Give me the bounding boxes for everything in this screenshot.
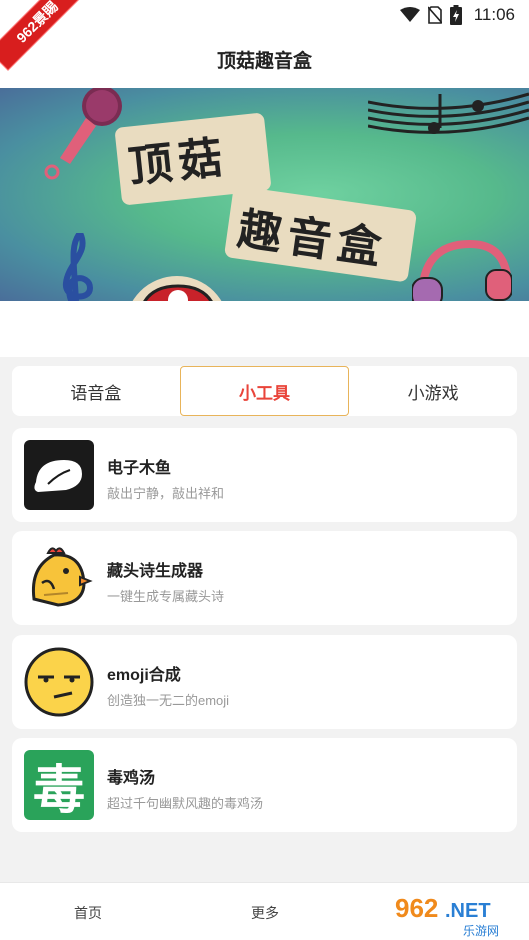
nav-home[interactable]: 首页 [74, 903, 102, 923]
tab-voice-box[interactable]: 语音盒 [12, 366, 180, 416]
tab-games[interactable]: 小游戏 [349, 366, 517, 416]
headphones-icon [412, 239, 512, 301]
page-title: 顶菇趣音盒 [216, 50, 312, 72]
chick-icon [24, 543, 94, 613]
card-title: emoji合成 [107, 667, 181, 684]
wooden-fish-icon [24, 440, 94, 510]
nav-more[interactable]: 更多 [251, 903, 279, 923]
no-sim-icon [427, 6, 442, 24]
bottom-nav: 首页 更多 962 .NET 乐游网 [0, 882, 529, 940]
tool-card-emoji-merge[interactable]: emoji合成 创造独一无二的emoji [12, 635, 517, 729]
status-time: 11:06 [473, 5, 515, 24]
card-title: 毒鸡汤 [107, 770, 156, 787]
poison-char-icon: 毒 [24, 750, 94, 820]
microphone-icon [44, 88, 122, 180]
banner-image[interactable]: 顶菇 趣音盒 [0, 88, 529, 301]
card-desc: 创造独一无二的emoji [107, 693, 230, 708]
tool-card-poison-soup[interactable]: 毒 毒鸡汤 超过千句幽默风趣的毒鸡汤 [12, 738, 517, 832]
tool-card-acrostic-poem[interactable]: 藏头诗生成器 一键生成专属藏头诗 [12, 531, 517, 625]
battery-icon [449, 5, 462, 25]
treble-clef-icon [63, 233, 94, 301]
banner-spacer [0, 301, 529, 357]
card-desc: 敲出宁静，敲出祥和 [107, 486, 225, 501]
emoji-face-icon [24, 647, 94, 717]
card-desc: 一键生成专属藏头诗 [107, 589, 225, 604]
tab-tools[interactable]: 小工具 [179, 366, 350, 416]
music-staff-icon [368, 92, 529, 134]
site-watermark-logo: 962 .NET 乐游网 [391, 889, 525, 939]
ribbon-badge: 962景賜 [0, 0, 80, 71]
card-title: 藏头诗生成器 [107, 563, 204, 580]
wifi-icon [399, 7, 420, 22]
mushroom-figure [143, 284, 213, 301]
status-icons: 11:06 [399, 4, 515, 26]
card-title: 电子木鱼 [107, 460, 172, 477]
svg-text:.NET: .NET [445, 900, 491, 922]
svg-text:962: 962 [395, 893, 438, 923]
card-desc: 超过千句幽默风趣的毒鸡汤 [107, 796, 264, 811]
poison-char: 毒 [32, 759, 85, 821]
svg-text:乐游网: 乐游网 [463, 924, 499, 938]
banner-text-line1: 顶菇 [126, 131, 231, 194]
corner-ribbon: 962景賜 [0, 0, 80, 80]
category-tabs: 语音盒 小工具 小游戏 [12, 366, 517, 416]
tool-card-wooden-fish[interactable]: 电子木鱼 敲出宁静，敲出祥和 [12, 428, 517, 522]
